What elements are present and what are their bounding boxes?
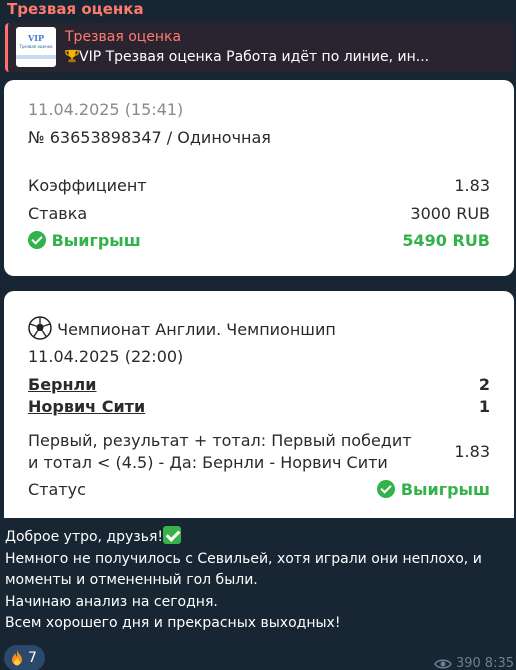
- status-label: Статус: [28, 480, 86, 499]
- reply-text-content: VIP Трезвая оценка Работа идёт по линие,…: [79, 49, 430, 65]
- bet-date: 11.04.2025 (15:41): [28, 100, 184, 119]
- message-line: Начинаю анализ на сегодня.: [5, 593, 218, 610]
- message-time: 8:35: [484, 656, 514, 670]
- views-count: 390: [455, 656, 481, 670]
- message-line: Всем хорошего дня и прекрасных выходных!: [5, 615, 341, 631]
- stake-value: 3000 RUB: [410, 204, 490, 223]
- win-label: Выигрыш: [51, 231, 141, 250]
- thumb-subtitle: Трезвая оценка: [19, 44, 53, 49]
- check-mark-emoji-icon: [163, 526, 182, 544]
- message-line: Доброе утро, друзья!: [5, 526, 513, 549]
- sender-name[interactable]: Трезвая оценка: [7, 0, 144, 18]
- reply-thumbnail: VIP Трезвая оценка: [16, 27, 56, 67]
- check-circle-icon: [28, 231, 46, 249]
- event-date: 11.04.2025 (22:00): [28, 347, 184, 366]
- thumb-band: [16, 55, 56, 59]
- reply-title: Трезвая оценка: [65, 29, 182, 45]
- thumb-vip-text: VIP: [28, 33, 44, 43]
- market-line-2: и тотал < (4.5) - Да: Бернли - Норвич Си…: [28, 453, 388, 472]
- team2-name[interactable]: Норвич Сити: [28, 397, 145, 417]
- bet-card: 11.04.2025 (15:41) № 63653898347 / Одино…: [4, 80, 514, 276]
- bet-number: № 63653898347 / Одиночная: [28, 128, 271, 147]
- eye-icon: [434, 659, 452, 668]
- stake-label: Ставка: [28, 204, 88, 223]
- reaction-button[interactable]: 7: [4, 645, 45, 670]
- reaction-count: 7: [28, 650, 37, 666]
- status-value: Выигрыш: [400, 480, 490, 499]
- coef-label: Коэффициент: [28, 176, 147, 195]
- soccer-ball-icon: [28, 316, 52, 340]
- team1-score: 2: [478, 375, 490, 394]
- win-value: 5490 RUB: [402, 231, 490, 250]
- coef-value: 1.83: [454, 176, 490, 195]
- status-value-row: Выигрыш: [377, 480, 490, 500]
- message-meta: 390 8:35: [434, 656, 514, 670]
- check-circle-icon: [377, 480, 396, 498]
- market-line-1: Первый, результат + тотал: Первый победи…: [28, 431, 412, 450]
- fire-icon: [12, 650, 22, 666]
- league-row: Чемпионат Англии. Чемпионшип: [28, 316, 336, 340]
- market-coef: 1.83: [454, 442, 490, 461]
- reply-text: VIP Трезвая оценка Работа идёт по линие,…: [65, 48, 510, 66]
- event-card: Чемпионат Англии. Чемпионшип 11.04.2025 …: [4, 291, 514, 518]
- message-line-text: Доброе утро, друзья!: [5, 529, 164, 545]
- team1-name[interactable]: Бернли: [28, 375, 96, 395]
- message-text: Доброе утро, друзья! Немного не получило…: [5, 526, 513, 635]
- win-label-row: Выигрыш: [28, 231, 141, 251]
- reply-preview[interactable]: VIP Трезвая оценка Трезвая оценка VIP Тр…: [5, 23, 514, 72]
- team2-score: 1: [478, 397, 490, 416]
- trophy-icon: [65, 49, 79, 63]
- league-name: Чемпионат Англии. Чемпионшип: [57, 320, 336, 339]
- message-line: Немного не получилось с Севильей, хотя и…: [5, 550, 482, 567]
- message-line: моменты и отмененный гол были.: [5, 572, 258, 588]
